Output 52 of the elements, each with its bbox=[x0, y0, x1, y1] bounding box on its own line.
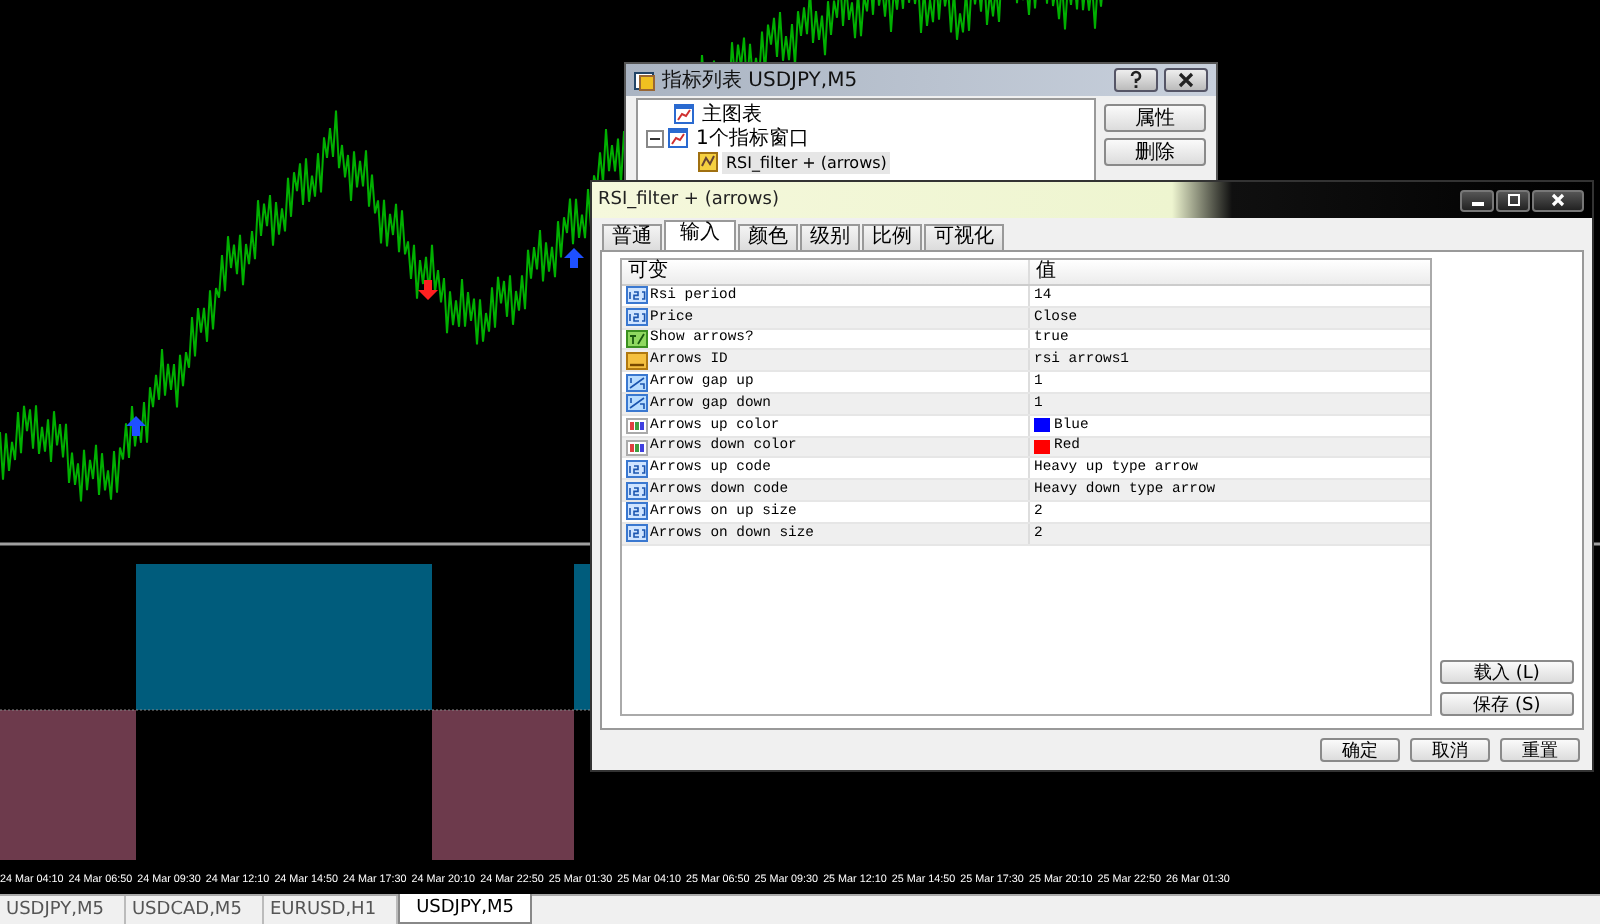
chart-node-icon bbox=[674, 104, 694, 124]
dialog-button[interactable]: 重置 bbox=[1500, 738, 1580, 762]
integer-type-icon bbox=[626, 286, 648, 305]
dialog-button[interactable]: 属性 bbox=[1104, 104, 1206, 132]
integer-type-icon bbox=[626, 502, 648, 521]
chart-tab[interactable]: USDCAD,M5 bbox=[125, 896, 264, 924]
column-header[interactable]: 可变 bbox=[622, 260, 1030, 284]
dialog-button[interactable]: 取消 bbox=[1410, 738, 1490, 762]
string-type-icon bbox=[626, 351, 648, 370]
window-title: 指标列表 USDJPY,M5 bbox=[662, 67, 860, 94]
dialog-button[interactable]: 确定 bbox=[1320, 738, 1400, 762]
maximize-icon bbox=[1505, 192, 1521, 208]
color-type-icon bbox=[626, 437, 648, 456]
maximize-button[interactable] bbox=[1496, 189, 1530, 211]
collapse-icon[interactable] bbox=[646, 129, 664, 147]
window-title: RSI_filter + (arrows) bbox=[598, 190, 781, 210]
chart-tab[interactable]: USDJPY,M5 bbox=[0, 896, 126, 924]
integer-type-icon bbox=[626, 308, 648, 327]
down-arrow-marker bbox=[418, 280, 438, 300]
tab[interactable]: 颜色 bbox=[738, 224, 798, 250]
integer-type-icon bbox=[626, 524, 648, 543]
up-arrow-marker bbox=[564, 248, 584, 268]
boolean-type-icon bbox=[626, 329, 648, 348]
help-icon bbox=[1126, 70, 1146, 90]
tree-item[interactable]: 主图表 bbox=[698, 103, 766, 125]
close-button[interactable] bbox=[1164, 68, 1208, 92]
column-header[interactable]: 值 bbox=[1030, 260, 1056, 284]
tree-item[interactable]: 1个指标窗口 bbox=[692, 127, 813, 149]
integer-type-icon bbox=[626, 481, 648, 500]
help-button[interactable] bbox=[1114, 68, 1158, 92]
tree-item[interactable]: RSI_filter + (arrows) bbox=[722, 151, 891, 173]
dialog-button[interactable]: 删除 bbox=[1104, 138, 1206, 166]
fraction-type-icon bbox=[626, 394, 648, 413]
chart-tab[interactable]: USDJPY,M5 bbox=[398, 894, 533, 924]
close-icon bbox=[1550, 192, 1566, 208]
integer-type-icon bbox=[626, 459, 648, 478]
tab[interactable]: 比例 bbox=[862, 224, 922, 250]
close-icon bbox=[1176, 70, 1196, 90]
chart-node-icon bbox=[668, 128, 688, 148]
tab[interactable]: 输入 bbox=[664, 220, 736, 250]
dialog-button[interactable]: 保存 (S) bbox=[1440, 692, 1574, 716]
window-icon bbox=[634, 69, 656, 91]
close-button[interactable] bbox=[1532, 189, 1584, 211]
tab[interactable]: 普通 bbox=[602, 224, 662, 250]
up-arrow-marker bbox=[126, 416, 146, 436]
tab[interactable]: 可视化 bbox=[924, 224, 1004, 250]
dialog-button[interactable]: 载入 (L) bbox=[1440, 660, 1574, 684]
fraction-type-icon bbox=[626, 373, 648, 392]
indicator-node-icon bbox=[698, 152, 718, 172]
tab[interactable]: 级别 bbox=[800, 224, 860, 250]
minimize-button[interactable] bbox=[1460, 189, 1494, 211]
color-type-icon bbox=[626, 416, 648, 435]
